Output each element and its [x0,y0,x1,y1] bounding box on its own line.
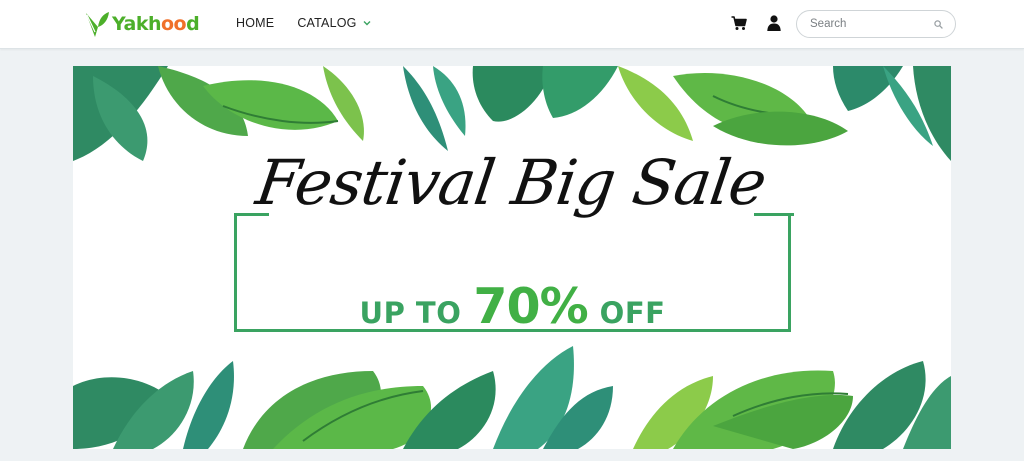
offer-prefix: UP TO [359,296,462,330]
main-nav: HOME CATALOG [236,16,371,30]
banner-headline: Festival Big Sale [251,146,771,219]
offer-frame-top-right [754,213,794,216]
offer-value: 70% [473,278,588,335]
leaf-logo-icon [86,12,109,37]
offer-frame-top-left [234,213,269,216]
nav-home[interactable]: HOME [236,16,274,30]
site-header: Yakhood HOME CATALOG [0,0,1024,49]
site-logo[interactable]: Yakhood [84,9,200,39]
cart-icon[interactable] [731,15,747,31]
search-box [796,10,956,38]
offer-suffix: OFF [599,296,666,330]
nav-catalog[interactable]: CATALOG [297,16,371,30]
nav-catalog-label: CATALOG [297,16,357,30]
search-input[interactable] [810,18,920,30]
user-icon[interactable] [767,15,781,31]
offer-text: UP TO 70% OFF [237,278,788,335]
sale-banner[interactable]: Festival Big Sale UP TO 70% OFF [73,66,951,449]
brand-name: Yakhood [112,13,200,35]
chevron-down-icon [363,21,371,26]
search-icon[interactable] [934,19,943,29]
